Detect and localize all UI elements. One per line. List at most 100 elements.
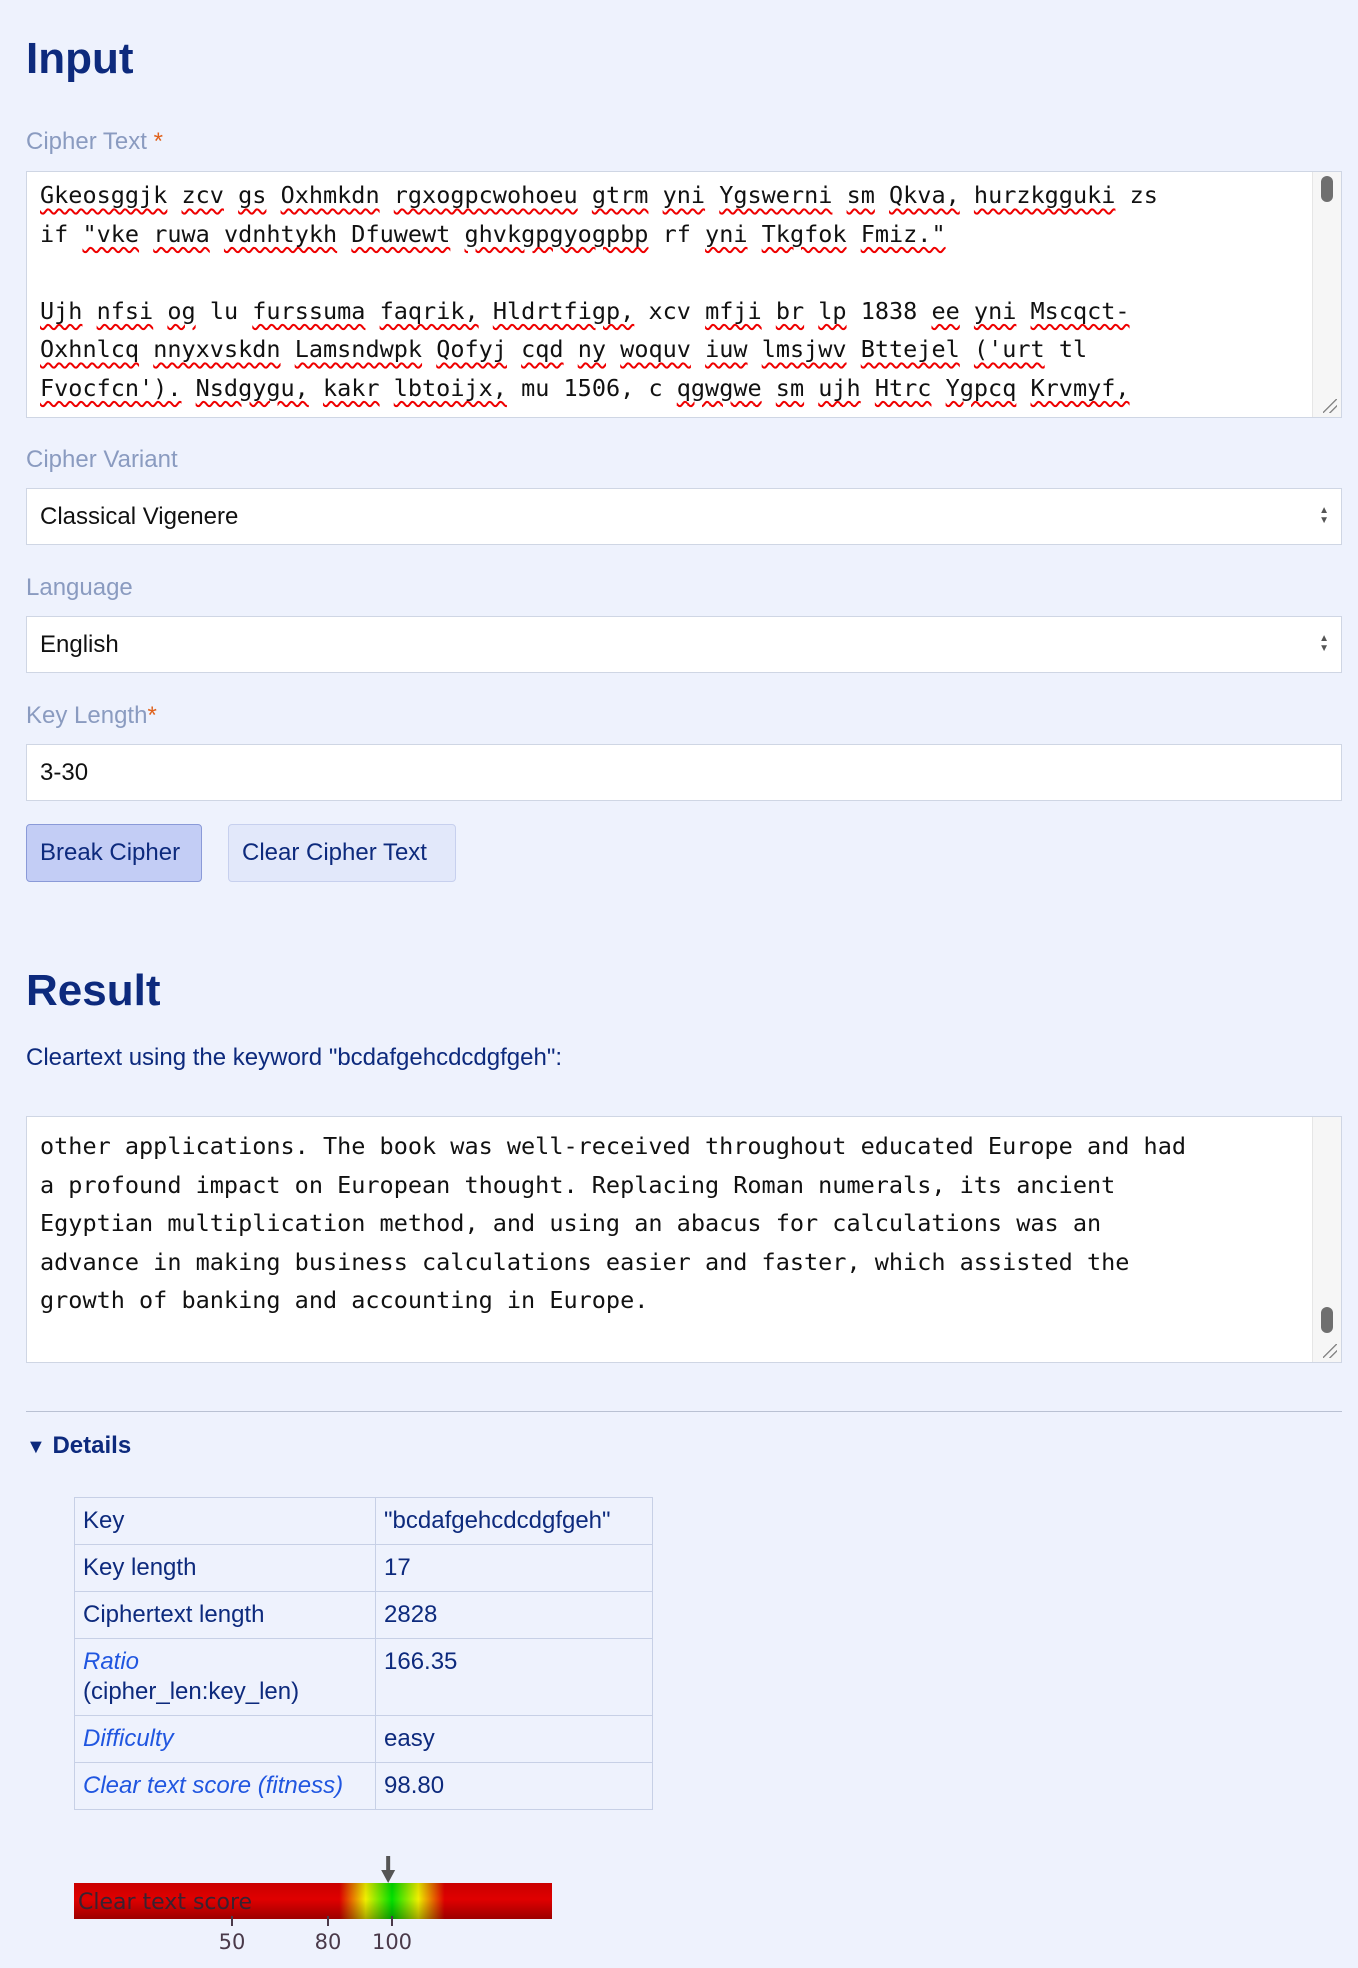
cipher-word: Tkgfok xyxy=(761,219,847,248)
cipher-word: Oxhmkdn xyxy=(280,181,380,209)
cipher-word: nfsi xyxy=(96,296,154,325)
cipher-word: Nsdgygu, xyxy=(195,373,309,402)
cipher-word: Fvocfcn'). xyxy=(40,373,182,402)
cipher-word: xcv xyxy=(648,296,691,325)
details-row: Ratio (cipher_len:key_len) 166.35 xyxy=(74,1638,653,1716)
cipher-text-line: Fvocfcn'). Nsdgygu, kakr lbtoijx, mu 150… xyxy=(40,369,1281,408)
cipher-word: lmsjwv xyxy=(761,335,847,363)
details-value: 98.80 xyxy=(375,1762,653,1810)
cipher-word: Ygswerni xyxy=(719,181,833,209)
details-value: 17 xyxy=(375,1544,653,1592)
key-length-label: Key Length* xyxy=(26,702,157,730)
cipher-word: Dfuwewt xyxy=(351,219,451,248)
cipher-word: gtrm xyxy=(591,181,649,209)
cipher-word: Qofyj xyxy=(436,335,507,363)
cipher-word: "vke xyxy=(82,219,140,248)
details-summary[interactable]: ▼ Details xyxy=(26,1432,131,1460)
details-value: 166.35 xyxy=(375,1638,653,1716)
scrollbar-thumb[interactable] xyxy=(1321,176,1333,202)
cipher-word: vdnhtykh xyxy=(223,219,338,248)
select-arrows-icon: ▲ ▼ xyxy=(1319,505,1329,526)
cipher-word: Mscqct- xyxy=(1030,296,1130,325)
cipher-word: furssuma xyxy=(252,296,366,325)
language-select[interactable]: English ▲ ▼ xyxy=(26,616,1342,673)
select-arrows-icon: ▲ ▼ xyxy=(1319,633,1329,654)
divider xyxy=(26,1411,1342,1412)
key-length-input[interactable]: 3-30 xyxy=(26,744,1342,801)
cipher-word: Qkva, xyxy=(889,181,960,209)
score-bar-graphic: Clear text score 50 80 100 xyxy=(74,1856,552,1954)
cleartext-line: advance in making business calculations … xyxy=(40,1247,1130,1276)
scrollbar-thumb[interactable] xyxy=(1321,1307,1333,1333)
cipher-variant-value: Classical Vigenere xyxy=(40,503,239,530)
cipher-text-line: Oxhnlcq nnyxvskdn Lamsndwpk Qofyj cqd ny… xyxy=(40,330,1281,369)
cipher-word: mu xyxy=(521,373,550,402)
cipher-word: yni xyxy=(973,296,1017,325)
cipher-word: ruwa xyxy=(153,219,210,248)
cipher-word: Fmiz." xyxy=(860,219,946,248)
language-label: Language xyxy=(26,574,133,601)
input-heading: Input xyxy=(26,34,134,83)
cipher-text-line: Gkeosggjk zcv gs Oxhmkdn rgxogpcwohoeu g… xyxy=(40,176,1281,215)
cipher-word: rgxogpcwohoeu xyxy=(393,181,578,209)
triangle-down-icon: ▼ xyxy=(26,1436,46,1458)
key-length-value: 3-30 xyxy=(40,759,89,786)
cipher-word: qgwgwe xyxy=(676,373,762,402)
cipher-word: tl xyxy=(1058,335,1088,363)
cipher-word: gs xyxy=(238,181,267,209)
cipher-variant-select[interactable]: Classical Vigenere ▲ ▼ xyxy=(26,488,1342,545)
cleartext-content[interactable]: other applications. The book was well-re… xyxy=(27,1117,1341,1320)
details-row: Clear text score (fitness) 98.80 xyxy=(74,1762,653,1810)
cipher-text-line xyxy=(40,253,1281,292)
cipher-word: faqrik, xyxy=(379,296,479,325)
scrollbar[interactable] xyxy=(1312,172,1341,417)
details-key[interactable]: Ratio (cipher_len:key_len) xyxy=(74,1638,376,1716)
clear-text-score-bar: Clear text score 50 80 100 xyxy=(74,1850,554,1960)
cipher-word: sm xyxy=(775,373,805,402)
cipher-word: Oxhnlcq xyxy=(40,335,140,363)
cipher-word: Ujh xyxy=(40,296,83,325)
cipher-word: og xyxy=(167,296,196,325)
details-key[interactable]: Difficulty xyxy=(74,1715,376,1763)
details-key: Key length xyxy=(74,1544,376,1592)
cipher-word: ny xyxy=(577,335,607,363)
cipher-word: Hldrtfigp, xyxy=(492,296,635,325)
scrollbar[interactable] xyxy=(1312,1117,1341,1362)
cipher-word: kakr xyxy=(322,373,380,402)
cipher-variant-label: Cipher Variant xyxy=(26,446,178,473)
break-cipher-button[interactable]: Break Cipher xyxy=(26,824,202,882)
cleartext-line: other applications. The book was well-re… xyxy=(40,1132,1187,1160)
details-row: Difficulty easy xyxy=(74,1715,653,1763)
clear-cipher-text-button[interactable]: Clear Cipher Text xyxy=(228,824,456,882)
score-pointer-arrow-icon xyxy=(381,1856,396,1883)
cleartext-line: Egyptian multiplication method, and usin… xyxy=(40,1209,1102,1237)
details-value: 2828 xyxy=(375,1591,653,1639)
cipher-word: yni xyxy=(705,219,748,248)
details-table: Key "bcdafgehcdcdgfgeh" Key length 17 Cipher… xyxy=(74,1497,653,1810)
cipher-text-input[interactable]: Gkeosggjk zcv gs Oxhmkdn rgxogpcwohoeu g… xyxy=(26,171,1342,418)
required-mark: * xyxy=(147,702,157,729)
details-row: Key length 17 xyxy=(74,1544,653,1592)
details-key: Ciphertext length xyxy=(74,1591,376,1639)
details-summary-text: Details xyxy=(52,1432,132,1459)
cipher-word: Krvmyf, xyxy=(1030,373,1130,402)
details-value: easy xyxy=(375,1715,653,1763)
cleartext-output[interactable]: other applications. The book was well-re… xyxy=(26,1116,1342,1363)
cipher-word: Lamsndwpk xyxy=(294,335,423,363)
cipher-word: iuw xyxy=(705,335,748,363)
details-key[interactable]: Clear text score (fitness) xyxy=(74,1762,376,1810)
cleartext-line: growth of banking and accounting in Euro… xyxy=(40,1286,649,1314)
details-key: Key xyxy=(74,1497,376,1545)
cipher-word: br xyxy=(775,296,805,325)
cipher-text-content[interactable]: Gkeosggjk zcv gs Oxhmkdn rgxogpcwohoeu g… xyxy=(27,172,1341,407)
cipher-word: c xyxy=(648,373,663,402)
cipher-word: ee xyxy=(931,296,960,325)
cipher-word: Gkeosggjk xyxy=(40,181,168,209)
cipher-word: lp xyxy=(818,296,847,325)
resize-handle-icon[interactable] xyxy=(1323,399,1337,413)
cipher-word: ghvkgpgyogpbp xyxy=(464,219,649,248)
cipher-word: zs xyxy=(1129,181,1158,209)
score-bar-label: Clear text score xyxy=(78,1890,252,1915)
resize-handle-icon[interactable] xyxy=(1323,1344,1337,1358)
details-row: Ciphertext length 2828 xyxy=(74,1591,653,1639)
